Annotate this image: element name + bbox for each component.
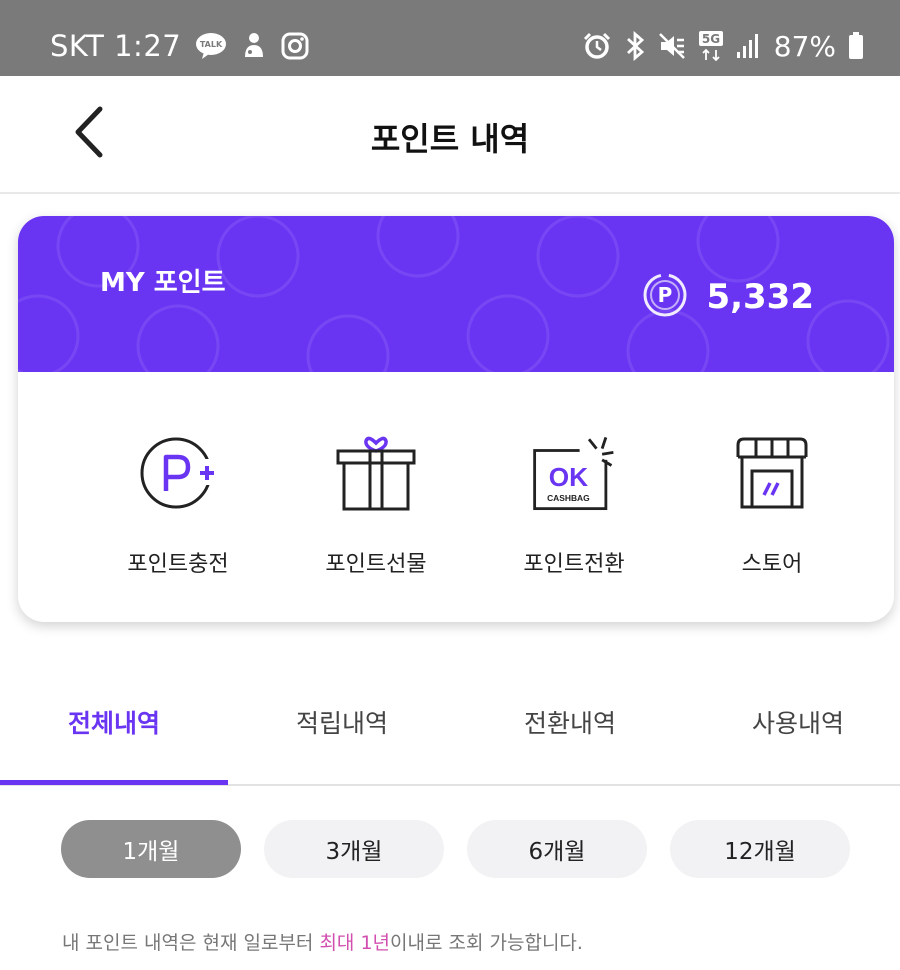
signal-icon <box>736 32 762 60</box>
tab-all-history[interactable]: 전체내역 <box>34 704 194 764</box>
active-tab-indicator <box>0 780 228 785</box>
my-point-label: MY 포인트 <box>100 268 226 298</box>
point-charge-icon <box>133 428 223 518</box>
point-charge-label: 포인트충전 <box>127 552 229 577</box>
instagram-icon <box>281 32 309 60</box>
carrier-name: SKT <box>50 29 105 63</box>
store-label: 스토어 <box>741 552 803 577</box>
point-balance: P 5,332 <box>642 272 814 322</box>
mute-icon <box>658 31 686 61</box>
tab-transfer-history[interactable]: 전환내역 <box>490 704 650 764</box>
store-button[interactable]: 스토어 <box>674 428 870 588</box>
battery-percent: 87% <box>773 29 836 63</box>
notice-highlight: 최대 1년 <box>319 932 391 954</box>
bluetooth-icon <box>624 31 646 61</box>
tab-used-history[interactable]: 사용내역 <box>718 704 878 764</box>
point-transfer-label: 포인트전환 <box>523 552 625 577</box>
status-bar-left: SKT 1:27 TALK <box>50 26 309 66</box>
status-bar: SKT 1:27 TALK 5G 87% <box>0 0 900 76</box>
period-1-month[interactable]: 1개월 <box>61 820 241 878</box>
ok-cashbag-icon: OK CASHBAG <box>529 428 619 518</box>
history-notice: 내 포인트 내역은 현재 일로부터 최대 1년이내로 조회 가능합니다. <box>62 928 583 955</box>
point-transfer-button[interactable]: OK CASHBAG 포인트전환 <box>476 428 672 588</box>
talk-badge-text: TALK <box>200 40 223 49</box>
kakao-talk-icon: TALK <box>195 32 227 60</box>
network-5g-icon: 5G <box>698 30 724 62</box>
point-charge-button[interactable]: 포인트충전 <box>80 428 276 588</box>
clock-time: 1:27 <box>114 29 182 63</box>
notice-text-after: 이내로 조회 가능합니다. <box>390 932 583 954</box>
point-balance-banner: MY 포인트 P 5,332 <box>18 216 894 372</box>
cashbag-text: CASHBAG <box>547 493 590 503</box>
app-header: 포인트 내역 <box>0 76 900 194</box>
page-title: 포인트 내역 <box>370 120 530 158</box>
point-gift-button[interactable]: 포인트선물 <box>278 428 474 588</box>
network-type-text: 5G <box>702 32 720 46</box>
gift-box-icon <box>331 428 421 518</box>
balance-value: 5,332 <box>706 277 814 317</box>
point-coin-icon: P <box>642 272 688 322</box>
ok-text: OK <box>549 462 588 492</box>
status-bar-right: 5G 87% <box>582 26 864 66</box>
period-3-months[interactable]: 3개월 <box>264 820 444 878</box>
notification-icon <box>241 31 267 61</box>
point-actions: 포인트충전 포인트선물 OK CASHBAG 포인트전환 스토어 <box>18 372 894 622</box>
store-icon <box>727 428 817 518</box>
tab-earned-history[interactable]: 적립내역 <box>262 704 422 764</box>
notice-text-before: 내 포인트 내역은 현재 일로부터 <box>62 932 320 954</box>
my-point-card: MY 포인트 P 5,332 포인트충전 포인트선물 OK CASHBAG 포인… <box>18 216 894 622</box>
history-tabs: 전체내역 적립내역 전환내역 사용내역 <box>0 680 900 786</box>
period-6-months[interactable]: 6개월 <box>467 820 647 878</box>
point-gift-label: 포인트선물 <box>325 552 427 577</box>
period-12-months[interactable]: 12개월 <box>670 820 850 878</box>
point-badge-text: P <box>658 283 673 307</box>
carrier-label: SKT 1:27 <box>50 29 181 63</box>
battery-icon <box>848 31 864 61</box>
alarm-icon <box>582 31 612 61</box>
